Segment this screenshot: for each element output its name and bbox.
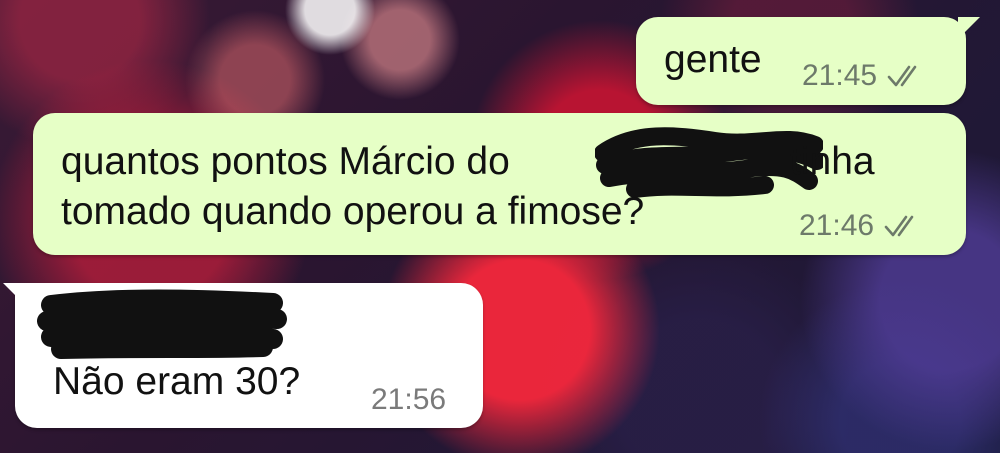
message-text-line-2: tomado quando operou a fimose?	[61, 190, 645, 233]
message-time: 21:45	[802, 59, 878, 92]
message-text-line-1-end: tinha	[790, 140, 875, 183]
message-time: 21:56	[371, 383, 447, 416]
sender-name-redaction	[37, 289, 287, 359]
bubble-tail	[3, 283, 25, 305]
incoming-message-bubble[interactable]: Não eram 30? 21:56	[3, 283, 483, 428]
message-time: 21:46	[799, 209, 875, 242]
outgoing-message-bubble[interactable]: gente 21:45	[636, 17, 980, 105]
message-text: Não eram 30?	[53, 360, 301, 403]
bubble-tail	[958, 17, 980, 39]
message-meta: 21:56	[371, 383, 446, 417]
message-text: gente	[664, 38, 762, 81]
message-meta: 21:45	[802, 59, 921, 93]
double-check-icon	[887, 64, 921, 88]
outgoing-message-bubble[interactable]: quantos pontos Márcio do tinha tomado qu…	[33, 113, 966, 255]
double-check-icon	[884, 214, 918, 238]
message-text-line-1-start: quantos pontos Márcio do	[61, 140, 510, 183]
message-meta: 21:46	[799, 209, 918, 243]
